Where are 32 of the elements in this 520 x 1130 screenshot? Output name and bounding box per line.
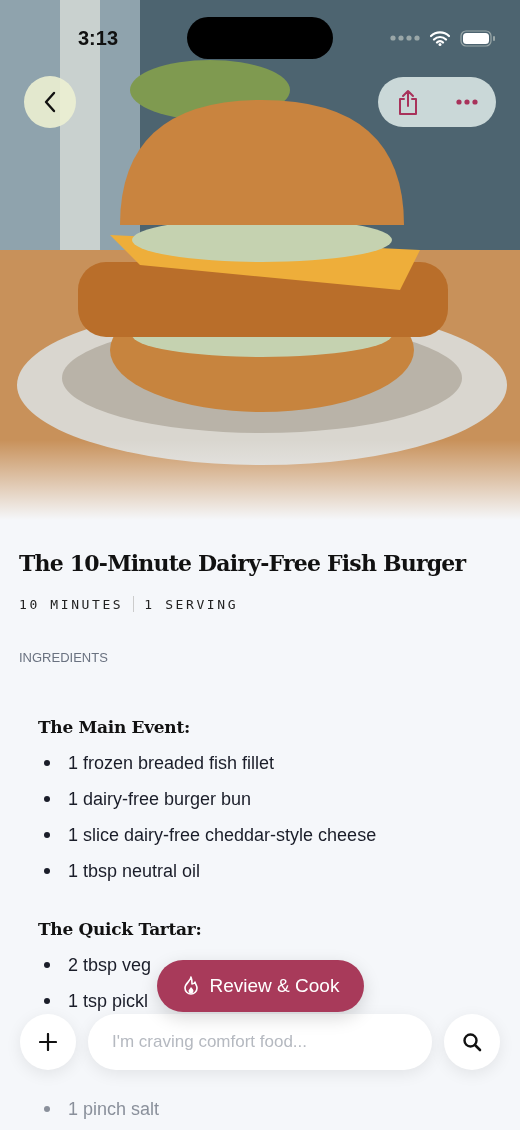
section-label: INGREDIENTS <box>19 650 109 665</box>
ingredient-text: 2 tbsp veg <box>68 954 152 976</box>
recipe-meta: 10 MINUTES <box>19 596 124 612</box>
bullet-icon <box>44 760 50 766</box>
battery-icon <box>460 29 496 47</box>
ingredient-group-title: The Quick Tartar: <box>38 919 203 939</box>
review-cook-button[interactable]: Review & Cook <box>157 960 364 1012</box>
chat-input[interactable]: I'm craving comfort food... <box>88 1014 432 1070</box>
plus-icon <box>39 1033 57 1051</box>
ingredient-group-title: The Main Event: <box>38 717 191 737</box>
ingredient-text: 1 tbsp neutral oil <box>68 860 201 882</box>
ingredient-text: 1 frozen breaded fish fillet <box>68 752 275 774</box>
ingredient-text: 1 dairy-free burger bun <box>68 788 252 810</box>
ingredient-text: 1 slice dairy-free cheddar-style cheese <box>68 824 377 846</box>
flame-icon <box>181 976 200 996</box>
signal-icon <box>390 35 420 41</box>
share-icon <box>396 88 419 116</box>
bullet-icon <box>44 962 50 968</box>
status-time: 3:13 <box>78 26 120 50</box>
bullet-icon <box>44 796 50 802</box>
ingredient-text: 1 tsp pickl <box>68 990 149 1012</box>
chevron-left-icon <box>43 91 57 113</box>
ingredient-text: 1 pinch salt <box>68 1098 160 1120</box>
bullet-icon <box>44 868 50 874</box>
more-icon <box>455 99 478 105</box>
recipe-title: The 10-Minute Dairy-Free Fish Burger <box>19 550 468 576</box>
bullet-icon <box>44 832 50 838</box>
bullet-icon <box>44 1106 50 1112</box>
wifi-icon <box>430 30 450 46</box>
recipe-meta: 1 SERVING <box>144 596 239 612</box>
search-icon <box>462 1032 482 1052</box>
bullet-icon <box>44 998 50 1004</box>
